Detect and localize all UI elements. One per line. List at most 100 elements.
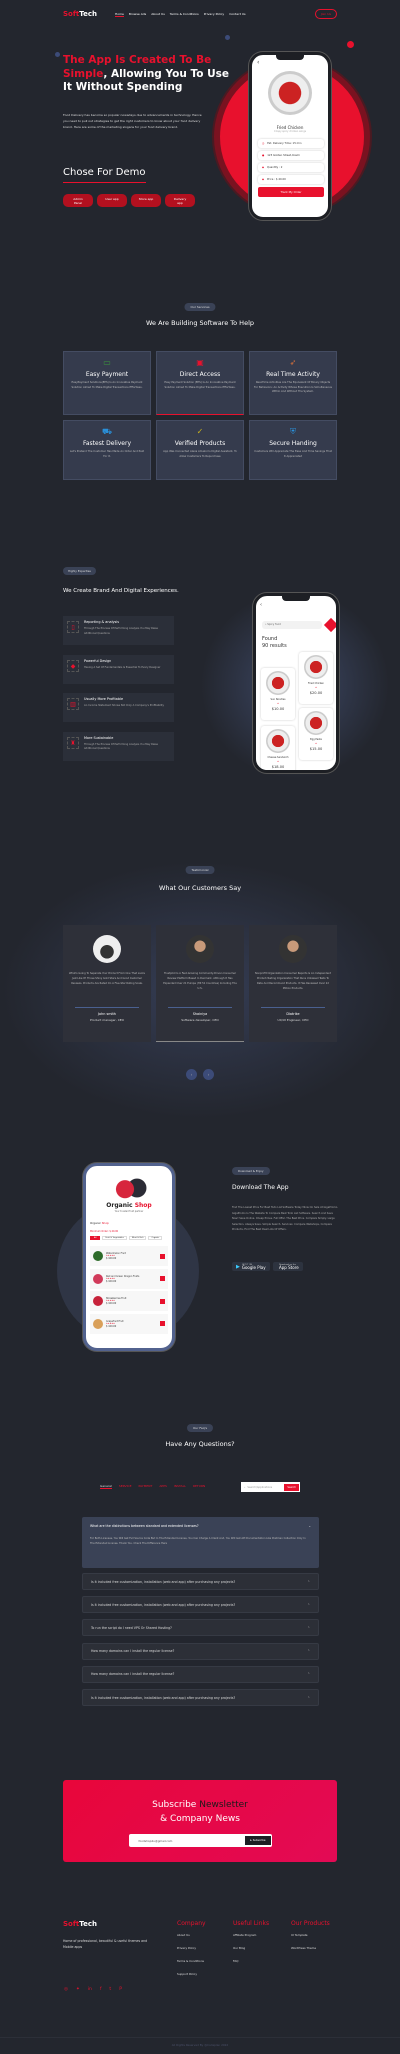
filter-fruit[interactable]: Fruit & Vegetables <box>102 1236 127 1240</box>
footer-link[interactable]: Support Policy <box>177 1972 206 1976</box>
nav-links: Home Browse Ads About Us Terms & Conditi… <box>114 12 246 17</box>
add-to-cart-button[interactable] <box>160 1298 165 1304</box>
logo[interactable]: SoftTech <box>63 10 97 18</box>
add-to-cart-button[interactable] <box>160 1276 165 1281</box>
subscribe-title: Subscribe Newsletter & Company News <box>152 1800 248 1824</box>
tab-apps[interactable]: APPS <box>159 1484 167 1489</box>
star-icon: ★ <box>315 687 317 689</box>
faq-item[interactable]: To run the script do I need VPS Or Share… <box>82 1619 319 1637</box>
filter-all[interactable]: All <box>90 1236 101 1240</box>
nav-contact[interactable]: Contact Us <box>229 12 245 17</box>
footer-link[interactable]: About Us <box>177 1933 206 1937</box>
food-card[interactable]: Fried Chicken ★ $20.00 <box>299 652 333 704</box>
store-app-button[interactable]: Store app <box>131 194 161 207</box>
divider <box>168 1007 232 1008</box>
app-store-button[interactable]: Download on the App Store <box>273 1262 303 1271</box>
tab-general[interactable]: General <box>100 1484 112 1489</box>
track-order-button[interactable]: Track My Order <box>258 187 324 197</box>
cart-icon[interactable] <box>323 617 336 633</box>
shield-icon: ⛨ <box>290 427 296 436</box>
faq-item[interactable]: Is it included free customization, insta… <box>82 1573 319 1590</box>
address-row: ● 123 Golden Street,miami <box>258 151 324 160</box>
food-price: $15.00 <box>309 747 323 751</box>
pinterest-icon[interactable]: P <box>119 1987 122 1992</box>
nav-about[interactable]: About Us <box>151 12 165 17</box>
food-price: $20.00 <box>309 691 323 695</box>
chevron-up-icon[interactable]: ⌃ <box>307 1696 310 1700</box>
footer-link[interactable]: Our Blog <box>233 1946 269 1950</box>
food-card[interactable]: Sun Noodles ★ $10.00 <box>261 668 295 720</box>
faq-item[interactable]: Is it included free customization, insta… <box>82 1689 319 1706</box>
food-card[interactable]: Egg Pasta ★ $15.00 <box>299 708 333 760</box>
faq-search-input[interactable]: Search/Applications <box>247 1486 284 1489</box>
nav-browse-ads[interactable]: Browse Ads <box>129 12 146 17</box>
tab-payment[interactable]: PAYMENT <box>138 1484 152 1489</box>
faq-open-item[interactable]: What are the distinctions between standa… <box>82 1517 319 1568</box>
nav-terms[interactable]: Terms & Conditions <box>170 12 199 17</box>
twitter-icon[interactable]: ✦ <box>76 1987 80 1992</box>
email-input[interactable]: foodshop4u@gmail.com <box>139 1839 173 1843</box>
chevron-up-icon[interactable]: ⌃ <box>307 1580 310 1584</box>
linkedin-icon[interactable]: in <box>88 1987 92 1992</box>
footer-link[interactable]: Affiliate Program <box>233 1933 269 1937</box>
chevron-up-icon[interactable]: ⌃ <box>307 1649 310 1653</box>
footer-logo[interactable]: SoftTech <box>63 1920 97 1928</box>
faq-answer: For Both Licenses, You Will Get Full Sou… <box>90 1537 306 1545</box>
footer-link[interactable]: FAQ <box>233 1959 269 1963</box>
service-text: Real-Time Activities Are The Equivalent … <box>254 381 332 393</box>
next-arrow-button[interactable]: › <box>203 1069 214 1080</box>
testimonial-text: Nonprofit Organization Consumer Reports … <box>255 972 331 990</box>
chevron-up-icon[interactable]: ⌃ <box>307 1672 310 1676</box>
filter-meat[interactable]: Meat & Fish <box>128 1236 147 1240</box>
faq-item[interactable]: How many domains can I install the regul… <box>82 1665 319 1683</box>
rocket-icon: ➶ <box>289 358 297 367</box>
footer-link[interactable]: WordPress Theme <box>291 1946 330 1950</box>
add-to-cart-button[interactable] <box>160 1253 165 1259</box>
design-icon: ◆ <box>67 659 79 672</box>
back-icon[interactable]: ‹ <box>260 602 262 608</box>
product-row[interactable]: Red and Green Dragon Fruits ★★★★★ $ 100.00 <box>90 1268 168 1289</box>
facebook-icon[interactable]: f <box>100 1987 102 1992</box>
product-image <box>93 1273 103 1284</box>
footer-link[interactable]: Terms & Conditions <box>177 1959 206 1963</box>
footer-link[interactable]: UI Template <box>291 1933 330 1937</box>
faq-question: Is it included free customization, insta… <box>91 1602 236 1607</box>
tab-return[interactable]: RETURN <box>193 1484 205 1489</box>
filter-organic[interactable]: Organic <box>148 1236 163 1240</box>
tumblr-icon[interactable]: t <box>109 1987 111 1992</box>
join-button[interactable]: Join Us <box>314 9 337 19</box>
subscribe-button[interactable]: ➤ Subscribe <box>244 1836 271 1845</box>
add-to-cart-button[interactable] <box>160 1321 165 1326</box>
google-play-button[interactable]: ▶ GET IT ON Google Play <box>232 1262 270 1271</box>
footer-link[interactable]: Privacy Policy <box>177 1946 206 1950</box>
product-image <box>93 1296 103 1306</box>
service-card: ➶ Real Time Activity Real-Time Activities … <box>249 351 337 415</box>
product-row[interactable]: Strawberries Fruit ★★★★★ $ 100.00 <box>90 1291 168 1311</box>
food-search-input[interactable]: ⌕ Spicy food <box>262 621 322 629</box>
admin-panel-button[interactable]: Admin Panel <box>63 194 93 207</box>
nav-home[interactable]: Home <box>114 12 124 17</box>
user-app-button[interactable]: User app <box>97 194 127 207</box>
google-play-icon: ▶ <box>236 1263 240 1270</box>
product-row[interactable]: Grapefruit Fruit ★★★★★ $ 100.00 <box>90 1313 168 1334</box>
chevron-down-icon[interactable]: ⌄ <box>308 1524 311 1528</box>
tab-service[interactable]: SERVICE <box>119 1484 132 1489</box>
copyright: All Rights Reserved By @Codeplan 2022 <box>0 2037 400 2054</box>
product-row[interactable]: Watermelon Fruit ★★★★★ $ 100.00 <box>90 1246 168 1266</box>
faq-item[interactable]: Is it included free customization, insta… <box>82 1596 319 1614</box>
divider <box>75 1007 139 1008</box>
chevron-up-icon[interactable]: ⌃ <box>307 1626 310 1630</box>
tab-install[interactable]: INSTALL <box>174 1484 186 1489</box>
avatar <box>279 935 307 963</box>
nav-privacy[interactable]: Privacy Policy <box>204 12 224 17</box>
star-icon: ★ <box>315 743 317 745</box>
chevron-up-icon[interactable]: ⌃ <box>307 1603 310 1607</box>
prev-arrow-button[interactable]: ‹ <box>186 1069 197 1080</box>
delivery-app-button[interactable]: Delivery app <box>165 194 195 207</box>
food-card[interactable]: Cheese Sandwich ★ $18.00 <box>261 726 295 770</box>
back-icon[interactable]: ‹ <box>257 59 259 66</box>
instagram-icon[interactable]: ◎ <box>64 1987 68 1992</box>
faq-search-button[interactable]: Search <box>284 1483 299 1491</box>
star-icon: ★ <box>277 703 279 705</box>
faq-item[interactable]: How many domains can I install the regul… <box>82 1642 319 1660</box>
